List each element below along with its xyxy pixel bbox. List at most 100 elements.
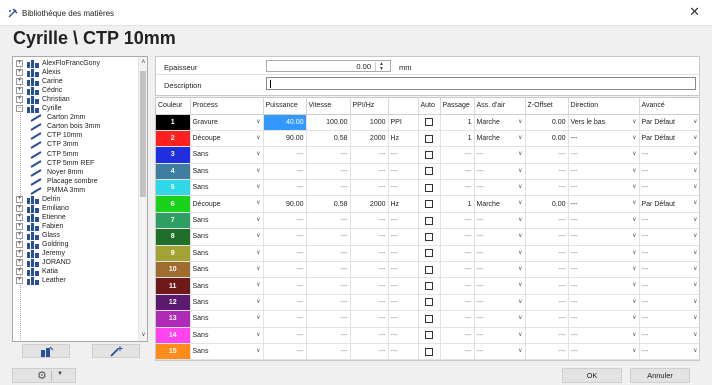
ok-button[interactable]: OK: [562, 368, 622, 383]
passes-field[interactable]: ---: [440, 146, 475, 164]
z-offset-field[interactable]: ---: [525, 343, 569, 360]
layer-row[interactable]: 4Sans---------------------------: [156, 163, 699, 181]
process-select[interactable]: Sans: [190, 146, 264, 164]
checkbox-icon[interactable]: [425, 200, 433, 209]
layer-row[interactable]: 9Sans---------------------------: [156, 245, 699, 263]
expand-icon[interactable]: +: [16, 195, 23, 203]
process-select[interactable]: Sans: [190, 277, 264, 295]
advanced-select[interactable]: Par Défaut: [639, 130, 699, 148]
layer-row[interactable]: 2Découpe90.000.582000Hz 1Marche0.00---Par…: [156, 130, 699, 148]
direction-select[interactable]: ---: [568, 212, 640, 230]
expand-icon[interactable]: +: [16, 241, 23, 248]
auto-checkbox[interactable]: [418, 245, 441, 263]
auto-checkbox[interactable]: [418, 163, 441, 181]
process-select[interactable]: Gravure: [190, 114, 264, 131]
power-field[interactable]: ---: [263, 261, 307, 279]
passes-field[interactable]: 1: [440, 130, 475, 148]
auto-checkbox[interactable]: [418, 212, 441, 230]
process-select[interactable]: Découpe: [190, 195, 264, 213]
ppi-field[interactable]: ---: [350, 179, 389, 197]
power-field[interactable]: 40.00: [263, 114, 307, 131]
chevron-down-icon[interactable]: ▼: [57, 371, 63, 377]
z-offset-field[interactable]: 0.00: [525, 130, 569, 148]
direction-select[interactable]: ---: [568, 310, 640, 328]
air-assist-select[interactable]: Marche: [474, 114, 526, 131]
checkbox-icon[interactable]: [425, 282, 433, 291]
power-field[interactable]: ---: [263, 245, 307, 263]
air-assist-select[interactable]: ---: [474, 261, 526, 279]
material-tree[interactable]: + AlexFloFrancGony + Alexis + Carine + Cédric + C…: [12, 56, 148, 342]
speed-field[interactable]: ---: [306, 359, 351, 360]
layer-row[interactable]: 12Sans---------------------------: [156, 294, 699, 312]
z-offset-field[interactable]: ---: [525, 228, 569, 246]
advanced-select[interactable]: ---: [639, 261, 699, 279]
z-offset-field[interactable]: ---: [525, 146, 569, 164]
z-offset-field[interactable]: ---: [525, 163, 569, 181]
passes-field[interactable]: ---: [440, 359, 475, 360]
direction-select[interactable]: Vers le bas: [568, 114, 640, 131]
layer-row[interactable]: 6Découpe90.000.582000Hz 1Marche0.00---Par…: [156, 195, 699, 213]
settings-menu-button[interactable]: ⚙ ▼: [12, 368, 76, 383]
air-assist-select[interactable]: ---: [474, 228, 526, 246]
z-offset-field[interactable]: 0.00: [525, 195, 569, 213]
auto-checkbox[interactable]: [418, 146, 441, 164]
auto-checkbox[interactable]: [418, 327, 441, 344]
expand-icon[interactable]: +: [16, 268, 23, 276]
air-assist-select[interactable]: Marche: [474, 130, 526, 148]
layer-row[interactable]: 14Sans---------------------------: [156, 327, 699, 344]
ppi-field[interactable]: 2000: [350, 195, 389, 213]
power-field[interactable]: 90.00: [263, 195, 307, 213]
air-assist-select[interactable]: ---: [474, 212, 526, 230]
direction-select[interactable]: ---: [568, 130, 640, 148]
auto-checkbox[interactable]: [418, 277, 441, 295]
scroll-thumb[interactable]: [140, 71, 146, 197]
speed-field[interactable]: 0.58: [306, 130, 351, 148]
checkbox-icon[interactable]: [425, 265, 433, 274]
auto-checkbox[interactable]: [418, 130, 441, 148]
expand-icon[interactable]: +: [16, 231, 23, 239]
z-offset-field[interactable]: ---: [525, 212, 569, 230]
layer-row[interactable]: 3Sans---------------------------: [156, 146, 699, 164]
expand-icon[interactable]: +: [16, 222, 23, 230]
power-field[interactable]: ---: [263, 179, 307, 197]
z-offset-field[interactable]: ---: [525, 359, 569, 360]
advanced-select[interactable]: ---: [639, 277, 699, 295]
speed-field[interactable]: ---: [306, 310, 351, 328]
cancel-button[interactable]: Annuler: [630, 368, 690, 383]
air-assist-select[interactable]: ---: [474, 245, 526, 263]
ppi-field[interactable]: ---: [350, 245, 389, 263]
ppi-field[interactable]: ---: [350, 359, 389, 360]
expand-icon[interactable]: +: [16, 87, 23, 95]
process-select[interactable]: Sans: [190, 343, 264, 360]
passes-field[interactable]: ---: [440, 245, 475, 263]
advanced-select[interactable]: ---: [639, 245, 699, 263]
passes-field[interactable]: ---: [440, 310, 475, 328]
ppi-field[interactable]: ---: [350, 212, 389, 230]
speed-field[interactable]: ---: [306, 146, 351, 164]
z-offset-field[interactable]: ---: [525, 327, 569, 344]
speed-field[interactable]: ---: [306, 245, 351, 263]
direction-select[interactable]: ---: [568, 261, 640, 279]
passes-field[interactable]: ---: [440, 327, 475, 344]
direction-select[interactable]: ---: [568, 179, 640, 197]
direction-select[interactable]: ---: [568, 277, 640, 295]
z-offset-field[interactable]: 0.00: [525, 114, 569, 131]
process-select[interactable]: Sans: [190, 179, 264, 197]
speed-field[interactable]: ---: [306, 163, 351, 181]
ppi-field[interactable]: ---: [350, 277, 389, 295]
auto-checkbox[interactable]: [418, 310, 441, 328]
process-select[interactable]: Découpe: [190, 130, 264, 148]
ppi-field[interactable]: ---: [350, 310, 389, 328]
passes-field[interactable]: ---: [440, 294, 475, 312]
checkbox-icon[interactable]: [425, 331, 433, 340]
direction-select[interactable]: ---: [568, 327, 640, 344]
process-select[interactable]: Sans: [190, 327, 264, 344]
direction-select[interactable]: ---: [568, 228, 640, 246]
advanced-select[interactable]: ---: [639, 179, 699, 197]
power-field[interactable]: ---: [263, 327, 307, 344]
thickness-input[interactable]: 0.00 ▲ ▼: [266, 60, 391, 72]
layer-row[interactable]: 15Sans---------------------------: [156, 343, 699, 360]
process-select[interactable]: Sans: [190, 212, 264, 230]
passes-field[interactable]: ---: [440, 277, 475, 295]
layer-row[interactable]: 1Gravure40.00100.001000PPI1Marche0.00Ver…: [156, 114, 699, 131]
